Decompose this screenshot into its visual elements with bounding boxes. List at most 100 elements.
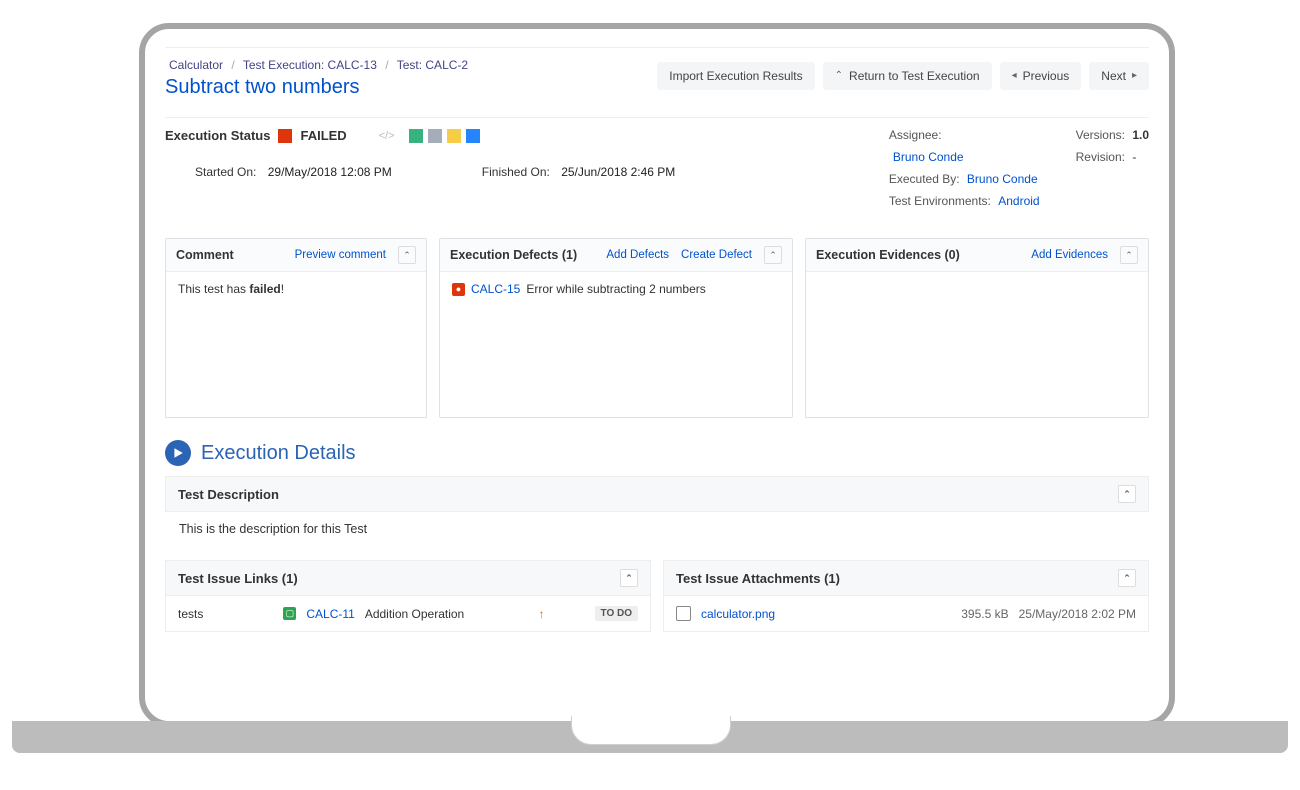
collapse-button[interactable]: ⌃	[398, 246, 416, 264]
defect-key-link[interactable]: CALC-15	[471, 282, 520, 296]
breadcrumb-execution[interactable]: Test Execution: CALC-13	[243, 58, 377, 72]
app-screen: Calculator / Test Execution: CALC-13 / T…	[165, 43, 1149, 721]
issue-key-link[interactable]: CALC-11	[306, 607, 354, 621]
attachment-name-link[interactable]: calculator.png	[701, 607, 775, 621]
next-label: Next	[1101, 69, 1126, 83]
chevron-up-icon: ⌃	[835, 71, 843, 81]
details-two-col: Test Issue Links (1) ⌃ tests ▢ CALC-11 A…	[165, 560, 1149, 632]
assignee-value-row: Bruno Conde	[889, 150, 1040, 164]
executed-link[interactable]: Bruno Conde	[967, 172, 1038, 186]
assignee-row: Assignee:	[889, 128, 1040, 142]
evidences-title: Execution Evidences (0)	[816, 248, 960, 262]
finished-on: Finished On: 25/Jun/2018 2:46 PM	[482, 165, 675, 179]
status-lozenge: TO DO	[595, 606, 638, 621]
status-label: Execution Status	[165, 128, 270, 143]
page-title: Subtract two numbers	[165, 76, 468, 99]
preview-comment-link[interactable]: Preview comment	[295, 249, 386, 261]
attachment-row[interactable]: calculator.png 395.5 kB 25/May/2018 2:02…	[664, 596, 1148, 631]
pass-color-icon[interactable]	[409, 129, 423, 143]
play-circle-icon	[165, 440, 191, 466]
todo-color-icon[interactable]	[428, 129, 442, 143]
issue-links-band[interactable]: Test Issue Links (1) ⌃	[166, 561, 650, 596]
chevron-left-icon: ◂	[1012, 71, 1017, 81]
status-palette	[409, 129, 480, 143]
attachments-title: Test Issue Attachments (1)	[676, 571, 840, 586]
status-left: Execution Status FAILED </> Started On: …	[165, 128, 889, 216]
laptop-frame: Calculator / Test Execution: CALC-13 / T…	[139, 23, 1175, 727]
execution-details-header: Execution Details	[165, 440, 1149, 466]
collapse-button[interactable]: ⌃	[764, 246, 782, 264]
comment-actions: Preview comment ⌃	[295, 246, 416, 264]
divider	[165, 47, 1149, 48]
issue-link-row[interactable]: tests ▢ CALC-11 Addition Operation ↑ TO …	[166, 596, 650, 631]
attachments-section: Test Issue Attachments (1) ⌃ calculator.…	[663, 560, 1149, 632]
comment-text-strong: failed	[249, 282, 280, 296]
defect-item[interactable]: ● CALC-15 Error while subtracting 2 numb…	[452, 282, 780, 296]
laptop-notch	[571, 716, 731, 745]
status-color-swatch	[278, 129, 292, 143]
bug-icon: ●	[452, 283, 465, 296]
comment-body[interactable]: This test has failed!	[166, 272, 426, 306]
evidences-actions: Add Evidences ⌃	[1031, 246, 1138, 264]
previous-button[interactable]: ◂ Previous	[1000, 62, 1082, 90]
create-defect-link[interactable]: Create Defect	[681, 249, 752, 261]
attachment-date: 25/May/2018 2:02 PM	[1019, 607, 1136, 621]
revision-value: -	[1132, 150, 1136, 164]
executing-color-icon[interactable]	[447, 129, 461, 143]
comment-text-prefix: This test has	[178, 282, 249, 296]
page-header: Calculator / Test Execution: CALC-13 / T…	[165, 56, 1149, 99]
defects-actions: Add Defects Create Defect ⌃	[606, 246, 782, 264]
comment-panel: Comment Preview comment ⌃ This test has …	[165, 238, 427, 418]
divider	[165, 117, 1149, 118]
test-description-body: This is the description for this Test	[165, 512, 1149, 552]
collapse-button[interactable]: ⌃	[1118, 569, 1136, 587]
next-button[interactable]: Next ▸	[1089, 62, 1149, 90]
priority-up-icon: ↑	[539, 607, 545, 621]
evidences-panel: Execution Evidences (0) Add Evidences ⌃	[805, 238, 1149, 418]
test-description-band[interactable]: Test Description ⌃	[165, 476, 1149, 512]
versions-row: Versions: 1.0	[1076, 128, 1149, 142]
assignee-label: Assignee:	[889, 128, 942, 142]
env-label: Test Environments:	[889, 194, 991, 208]
execution-status: Execution Status FAILED </>	[165, 128, 889, 143]
started-value: 29/May/2018 12:08 PM	[268, 165, 392, 179]
issue-links-section: Test Issue Links (1) ⌃ tests ▢ CALC-11 A…	[165, 560, 651, 632]
collapse-button[interactable]: ⌃	[1118, 485, 1136, 503]
defect-summary: Error while subtracting 2 numbers	[526, 282, 705, 296]
add-defects-link[interactable]: Add Defects	[606, 249, 669, 261]
status-row: Execution Status FAILED </> Started On: …	[165, 128, 1149, 216]
collapse-button[interactable]: ⌃	[620, 569, 638, 587]
started-label: Started On:	[195, 165, 256, 179]
collapse-button[interactable]: ⌃	[1120, 246, 1138, 264]
story-icon: ▢	[283, 607, 296, 620]
execution-details-title: Execution Details	[201, 442, 356, 465]
attachment-left: calculator.png	[676, 606, 951, 621]
status-right: Assignee: Bruno Conde Executed By: Bruno…	[889, 128, 1149, 216]
defects-panel-head: Execution Defects (1) Add Defects Create…	[440, 239, 792, 272]
evidences-body	[806, 272, 1148, 292]
attachments-band[interactable]: Test Issue Attachments (1) ⌃	[664, 561, 1148, 596]
breadcrumb-project[interactable]: Calculator	[169, 58, 223, 72]
breadcrumb: Calculator / Test Execution: CALC-13 / T…	[169, 58, 468, 72]
link-relation: tests	[178, 607, 203, 621]
env-row: Test Environments: Android	[889, 194, 1040, 208]
assignee-link[interactable]: Bruno Conde	[893, 150, 964, 164]
file-icon	[676, 606, 691, 621]
env-link[interactable]: Android	[998, 194, 1039, 208]
breadcrumb-sep: /	[231, 58, 234, 72]
executed-label: Executed By:	[889, 172, 960, 186]
comment-title: Comment	[176, 248, 234, 262]
breadcrumb-test[interactable]: Test: CALC-2	[397, 58, 468, 72]
return-to-execution-button[interactable]: ⌃ Return to Test Execution	[823, 62, 992, 90]
chevron-right-icon: ▸	[1132, 71, 1137, 81]
issue-link-left: tests ▢ CALC-11 Addition Operation	[178, 607, 529, 621]
previous-label: Previous	[1023, 69, 1070, 83]
add-evidences-link[interactable]: Add Evidences	[1031, 249, 1108, 261]
issue-summary: Addition Operation	[365, 607, 464, 621]
return-label: Return to Test Execution	[849, 69, 980, 83]
breadcrumb-sep: /	[385, 58, 388, 72]
aborted-color-icon[interactable]	[466, 129, 480, 143]
import-results-button[interactable]: Import Execution Results	[657, 62, 814, 90]
issue-links-title: Test Issue Links (1)	[178, 571, 298, 586]
panels-row: Comment Preview comment ⌃ This test has …	[165, 238, 1149, 418]
